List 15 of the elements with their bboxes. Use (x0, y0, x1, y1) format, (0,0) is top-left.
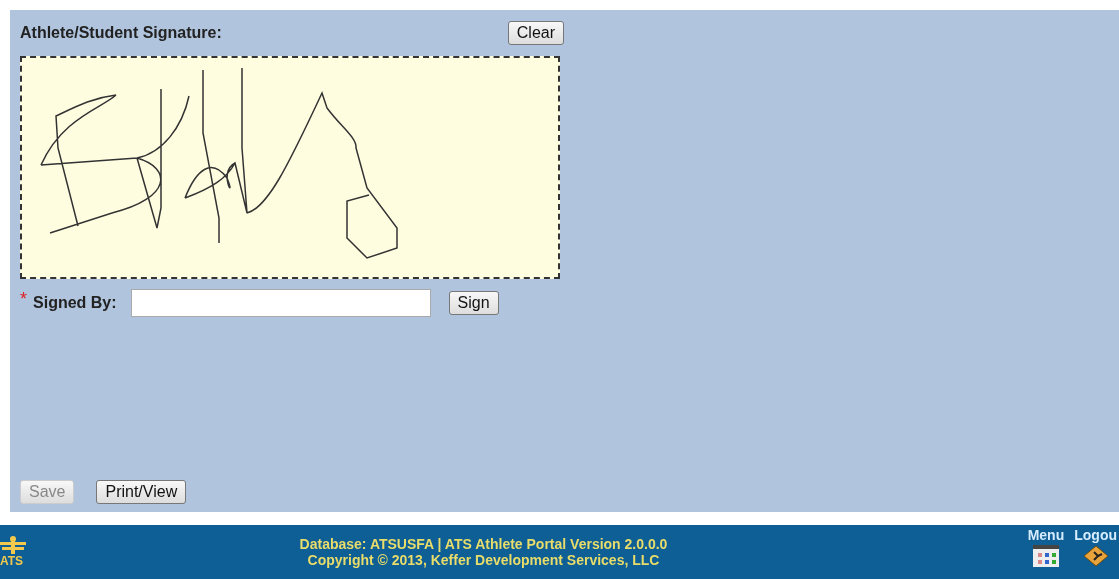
signed-by-label: Signed By: (33, 294, 117, 312)
signature-pad[interactable] (20, 56, 560, 279)
clear-button[interactable]: Clear (507, 21, 564, 45)
logo-text: ATS (0, 554, 24, 568)
ats-logo-icon (0, 536, 26, 554)
logout-link[interactable]: Logou (1074, 527, 1117, 567)
action-button[interactable]: Print/View (96, 480, 187, 504)
footer-text: Database: ATSUSFA | ATS Athlete Portal Version 2.0.0.0 (299, 536, 668, 552)
footer-text: Copyright © 2013, Keffer Development Services, LLC (307, 552, 660, 568)
signed-by-field[interactable] (130, 289, 431, 317)
required-mark: * (20, 289, 27, 310)
sign-button[interactable]: Sign (448, 291, 499, 315)
menu-link[interactable]: Menu (1027, 527, 1065, 567)
signature-label: Athlete/Student Signature: (20, 24, 222, 42)
grid-icon (1032, 545, 1059, 567)
